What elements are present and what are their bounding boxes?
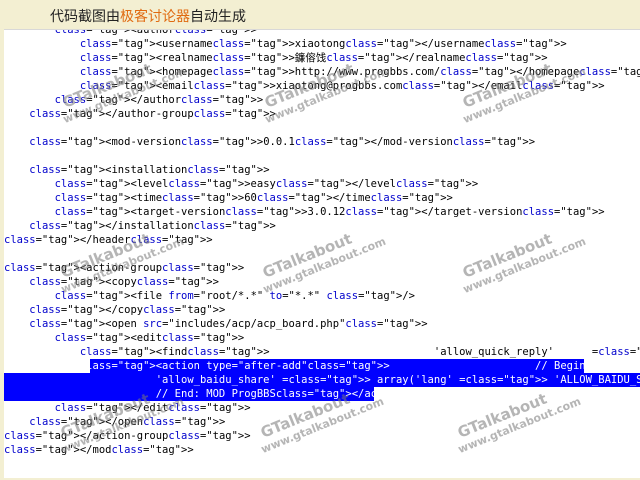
code-line: class="tag"></editclass="tag">> — [54, 402, 251, 414]
code-line: // End: MOD ProgBBSclass="tag"></actionc… — [4, 388, 485, 400]
banner-suffix: 自动生成 — [190, 9, 246, 25]
code-line: class="tag"><usernameclass="tag">>xiaoto… — [79, 38, 567, 50]
code-line: class="tag"></authorclass="tag">> — [54, 94, 264, 106]
code-line: class="tag"></copyclass="tag">> — [29, 304, 226, 316]
code-line: class="tag"><timeclass="tag">>60class="t… — [54, 192, 453, 204]
code-line: class="tag"><emailclass="tag">>xiaotong@… — [79, 80, 605, 92]
code-line: 'allow_baidu_share' =class="tag">> array… — [4, 374, 640, 386]
banner-highlight-link[interactable]: 极客讨论器 — [120, 9, 190, 25]
code-line: class="tag"></action-groupclass="tag">> — [4, 430, 251, 442]
screenshot-banner: 代码截图由极客讨论器自动生成 — [0, 0, 640, 30]
code-line: class="tag"><open src="includes/acp/acp_… — [29, 318, 428, 330]
code-line: class="tag"><realnameclass="tag">>鐮傛饯cla… — [79, 52, 548, 64]
code-line: class="tag"><action-groupclass="tag">> — [4, 262, 245, 274]
code-line: class="tag"></author-groupclass="tag">> — [29, 108, 276, 120]
code-line: class="tag"><file from="root/*.*" to="*.… — [54, 290, 415, 302]
banner-caption: 代码截图由极客讨论器自动生成 — [50, 6, 246, 26]
code-line: class="tag"><target-versionclass="tag">>… — [54, 206, 605, 218]
code-line: class="tag"><authorclass="tag">> — [54, 29, 257, 36]
code-line: class="tag"><findclass="tag">> 'allow_qu… — [79, 346, 640, 358]
code-viewer[interactable]: class="tag"><authorclass="tag">> class="… — [4, 29, 640, 478]
code-line: class="tag"><mod-versionclass="tag">>0.0… — [29, 136, 536, 148]
code-line: class="tag"><editclass="tag">> — [54, 332, 245, 344]
code-line: class="tag"><action type="after-add"clas… — [79, 360, 640, 372]
code-line: class="tag"><installationclass="tag">> — [29, 164, 270, 176]
code-line: class="tag"><copyclass="tag">> — [29, 276, 219, 288]
code-line: class="tag"></openclass="tag">> — [29, 416, 226, 428]
code-line: class="tag"><levelclass="tag">>easyclass… — [54, 178, 479, 190]
code-line: class="tag"></modclass="tag">> — [4, 444, 194, 456]
code-line: class="tag"></headerclass="tag">> — [4, 234, 213, 246]
code-line: class="tag"></installationclass="tag">> — [29, 220, 276, 232]
banner-prefix: 代码截图由 — [50, 9, 120, 25]
code-line: class="tag"><homepageclass="tag">>http:/… — [79, 66, 640, 78]
